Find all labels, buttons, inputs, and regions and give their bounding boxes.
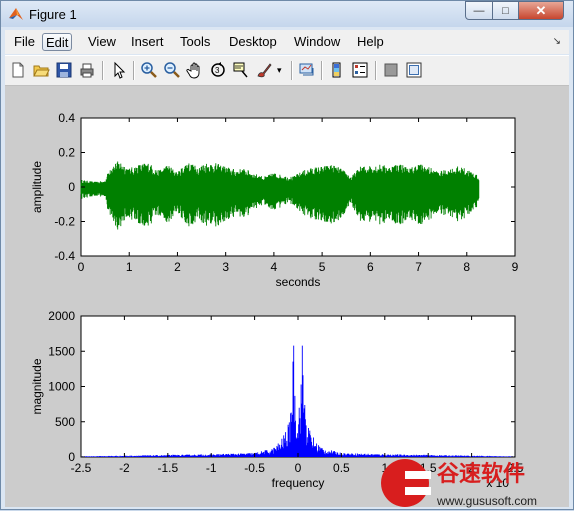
x-tick-label: 0	[295, 461, 302, 475]
x-tick-label: -1.5	[157, 461, 178, 475]
menu-file[interactable]: File	[11, 33, 38, 51]
dock-arrow-icon[interactable]: ↘	[553, 36, 561, 47]
menu-window[interactable]: Window	[291, 33, 343, 51]
toolbar-separator	[291, 61, 293, 80]
show-plot-tools-icon[interactable]	[405, 61, 423, 79]
toolbar-separator	[375, 61, 377, 80]
x-tick-label: 8	[463, 260, 470, 274]
x-tick-label: -0.5	[244, 461, 265, 475]
x-tick-label: 3	[222, 260, 229, 274]
y-tick-label: 0	[68, 180, 75, 194]
toolbar-separator	[321, 61, 323, 80]
matlab-logo-icon	[9, 8, 23, 20]
y-tick-label: 0.4	[58, 111, 75, 125]
title-bar[interactable]: Figure 1 — □ ✕	[1, 1, 573, 27]
new-figure-icon[interactable]	[9, 61, 27, 79]
svg-text:www.gususoft.com: www.gususoft.com	[436, 494, 537, 508]
print-icon[interactable]	[78, 61, 96, 79]
open-file-icon[interactable]	[32, 61, 50, 79]
figure-canvas: 0 1 2 3 4 5 6 7 8 9 0.4 0.2 0 -0.2 -0.4 seconds amplitud…	[5, 86, 569, 507]
x-tick-label: 5	[319, 260, 326, 274]
x-tick-label: 9	[512, 260, 519, 274]
colorbar-icon[interactable]	[328, 61, 346, 79]
x-tick-label: -2	[119, 461, 130, 475]
x-tick-label: 6	[367, 260, 374, 274]
y-tick-label: 500	[55, 415, 75, 429]
window-title: Figure 1	[29, 7, 77, 22]
brush-dropdown-icon[interactable]: ▾	[277, 65, 282, 76]
y-tick-label: 1000	[48, 380, 75, 394]
plot-area: 0 1 2 3 4 5 6 7 8 9 0.4 0.2 0 -0.2 -0.4 seconds amplitud…	[30, 111, 524, 490]
y-tick-label: -0.4	[54, 249, 75, 263]
maximize-button[interactable]: □	[492, 1, 519, 20]
menu-edit[interactable]: Edit	[42, 33, 73, 51]
save-icon[interactable]	[55, 61, 73, 79]
y-tick-label: 0.2	[58, 146, 75, 160]
y-tick-label: 0	[68, 450, 75, 464]
x-tick-label: 0.5	[333, 461, 350, 475]
hide-plot-tools-icon[interactable]	[382, 61, 400, 79]
figure-window: Figure 1 — □ ✕ File Edit View Insert Too…	[0, 0, 574, 510]
x-tick-label: 2	[174, 260, 181, 274]
toolbar-separator	[133, 61, 135, 80]
menu-help[interactable]: Help	[354, 33, 387, 51]
y-tick-label: 2000	[48, 309, 75, 323]
pointer-icon[interactable]	[110, 61, 128, 79]
figure-toolbar: 3 ▾	[5, 55, 569, 86]
x-tick-label: 0	[78, 260, 85, 274]
legend-icon[interactable]	[351, 61, 369, 79]
link-plot-icon[interactable]	[298, 61, 316, 79]
minimize-button[interactable]: —	[465, 1, 493, 20]
y-tick-label: 1500	[48, 344, 75, 358]
y-axis-label: amplitude	[30, 161, 44, 213]
x-tick-label: 7	[415, 260, 422, 274]
svg-text:谷速软件: 谷速软件	[437, 461, 525, 487]
menu-view[interactable]: View	[85, 33, 119, 51]
menu-bar: File Edit View Insert Tools Desktop Wind…	[5, 30, 569, 54]
zoom-in-icon[interactable]	[140, 61, 158, 79]
watermark-logo: 谷速软件 www.gususoft.com	[381, 459, 537, 508]
svg-text:3: 3	[215, 66, 220, 75]
y-axis-label: magnitude	[30, 358, 44, 414]
menu-tools[interactable]: Tools	[177, 33, 213, 51]
x-tick-label: -1	[206, 461, 217, 475]
toolbar-separator	[102, 61, 104, 80]
pan-icon[interactable]	[186, 61, 204, 79]
axes-box	[80, 315, 516, 458]
data-cursor-icon[interactable]	[232, 61, 250, 79]
x-tick-label: 1	[126, 260, 133, 274]
close-button[interactable]: ✕	[518, 1, 564, 20]
menu-desktop[interactable]: Desktop	[226, 33, 280, 51]
x-axis-label: seconds	[276, 275, 321, 289]
x-tick-label: 4	[271, 260, 278, 274]
rotate-3d-icon[interactable]: 3	[209, 61, 227, 79]
zoom-out-icon[interactable]	[163, 61, 181, 79]
x-axis-label: frequency	[272, 476, 325, 490]
brush-icon[interactable]	[255, 61, 273, 79]
menu-insert[interactable]: Insert	[128, 33, 167, 51]
y-tick-label: -0.2	[54, 215, 75, 229]
